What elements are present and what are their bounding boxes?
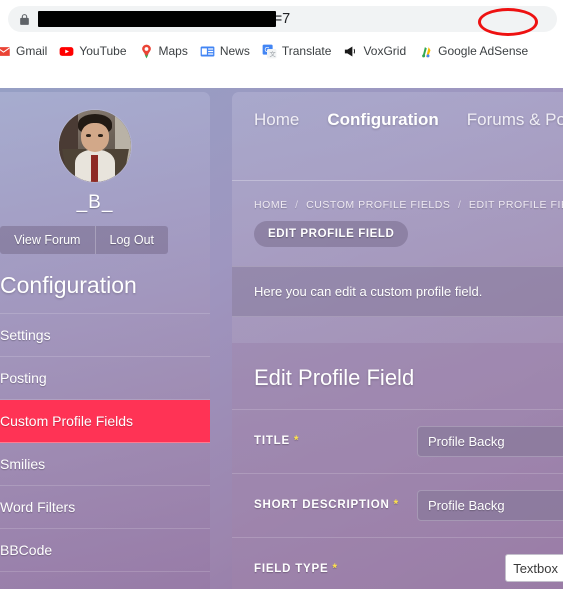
- sidebar-item-word-filters[interactable]: Word Filters: [0, 486, 210, 529]
- breadcrumb-separator: /: [295, 199, 299, 211]
- short-description-input[interactable]: [417, 490, 563, 521]
- form-label-short-description: SHORT DESCRIPTION *: [254, 490, 399, 511]
- edit-profile-field-form: Edit Profile Field TITLE * SHORT DESCRIP…: [232, 343, 563, 589]
- page-title-chip: EDIT PROFILE FIELD: [254, 221, 409, 247]
- form-control-title: [417, 426, 563, 457]
- bookmark-label: VoxGrid: [363, 44, 407, 58]
- megaphone-icon: [345, 46, 356, 56]
- bookmark-google-adsense[interactable]: Google AdSense: [412, 39, 534, 63]
- label-text: TITLE: [254, 435, 290, 447]
- page-viewport: _B_ View Forum Log Out Configuration Set…: [0, 66, 563, 589]
- field-type-selected-value: Textbox: [513, 560, 559, 576]
- form-label-title: TITLE *: [254, 426, 299, 447]
- lock-icon: [20, 13, 29, 25]
- tab-home[interactable]: Home: [254, 110, 299, 130]
- breadcrumb: HOME / CUSTOM PROFILE FIELDS / EDIT PROF…: [254, 199, 563, 211]
- sidebar: _B_ View Forum Log Out Configuration Set…: [0, 92, 210, 589]
- breadcrumb-item-edit-profile-field[interactable]: EDIT PROFILE FIELD: [469, 199, 563, 211]
- maps-pin-icon: [141, 44, 151, 58]
- bookmark-label: Translate: [281, 44, 332, 58]
- bookmark-label: Google AdSense: [438, 44, 529, 58]
- sidebar-item-smilies[interactable]: Smilies: [0, 443, 210, 486]
- sidebar-item-bbcode[interactable]: BBCode: [0, 529, 210, 572]
- breadcrumb-bar: HOME / CUSTOM PROFILE FIELDS / EDIT PROF…: [232, 181, 563, 247]
- bookmarks-bar: Gmail YouTube Maps News 文 Translate VoxG…: [0, 36, 563, 66]
- url-redaction-bar: [38, 11, 276, 27]
- form-control-short-description: [417, 490, 563, 521]
- bookmark-translate[interactable]: G 文 Translate: [256, 39, 338, 63]
- bookmark-youtube[interactable]: YouTube: [53, 39, 132, 63]
- required-marker: *: [332, 563, 338, 575]
- tab-forums-posts[interactable]: Forums & Po: [467, 110, 563, 130]
- form-row-title: TITLE *: [232, 409, 563, 473]
- breadcrumb-item-home[interactable]: HOME: [254, 199, 288, 211]
- browser-chrome: =config-profile_fields&action=edit&fid=7…: [0, 0, 563, 88]
- label-text: FIELD TYPE: [254, 563, 329, 575]
- bookmark-label: YouTube: [79, 44, 127, 58]
- youtube-icon: [59, 46, 74, 56]
- title-input[interactable]: [417, 426, 563, 457]
- main-content-panel: Home Configuration Forums & Po HOME / CU…: [232, 92, 563, 589]
- bookmark-news[interactable]: News: [194, 39, 256, 63]
- form-row-field-type: FIELD TYPE * Textbox This is the field t: [232, 537, 563, 589]
- log-out-button[interactable]: Log Out: [94, 226, 168, 254]
- sidebar-section-title: Configuration: [0, 272, 137, 298]
- bookmark-label: Gmail: [16, 44, 48, 58]
- omnibox-row: =config-profile_fields&action=edit&fid=7: [0, 4, 563, 36]
- breadcrumb-separator: /: [457, 199, 462, 211]
- form-row-short-description: SHORT DESCRIPTION *: [232, 473, 563, 537]
- news-icon: [200, 46, 215, 56]
- address-bar[interactable]: =config-profile_fields&action=edit&fid=7: [8, 6, 557, 32]
- sidebar-item-settings[interactable]: Settings: [0, 313, 210, 357]
- bookmark-gmail[interactable]: Gmail: [0, 39, 53, 63]
- required-marker: *: [293, 435, 300, 447]
- sidebar-menu: Settings Posting Custom Profile Fields S…: [0, 313, 210, 572]
- avatar[interactable]: [59, 110, 131, 182]
- form-title: Edit Profile Field: [254, 365, 415, 390]
- sidebar-item-posting[interactable]: Posting: [0, 357, 210, 400]
- sidebar-item-custom-profile-fields[interactable]: Custom Profile Fields: [0, 400, 210, 443]
- required-marker: *: [393, 499, 399, 511]
- tab-configuration[interactable]: Configuration: [327, 110, 438, 130]
- adsense-icon: [422, 46, 431, 57]
- bookmark-label: News: [219, 44, 250, 58]
- sidebar-actions: View Forum Log Out: [0, 226, 168, 254]
- breadcrumb-item-custom-profile-fields[interactable]: CUSTOM PROFILE FIELDS: [306, 199, 450, 211]
- bookmark-voxgrid[interactable]: VoxGrid: [337, 39, 412, 63]
- form-control-field-type: Textbox This is the field t: [505, 554, 563, 589]
- translate-icon: G 文: [262, 44, 276, 58]
- nav-tabs: Home Configuration Forums & Po: [232, 92, 563, 180]
- view-forum-button[interactable]: View Forum: [0, 226, 95, 254]
- form-label-field-type: FIELD TYPE *: [254, 554, 338, 575]
- sidebar-profile: _B_: [0, 92, 210, 214]
- gmail-icon: [0, 46, 10, 56]
- field-type-select[interactable]: Textbox: [505, 554, 563, 582]
- bookmark-maps[interactable]: Maps: [133, 39, 194, 63]
- info-panel: Here you can edit a custom profile field…: [232, 266, 563, 317]
- label-text: SHORT DESCRIPTION: [254, 499, 390, 511]
- bookmark-label: Maps: [158, 44, 188, 58]
- username-label: _B_: [76, 192, 114, 213]
